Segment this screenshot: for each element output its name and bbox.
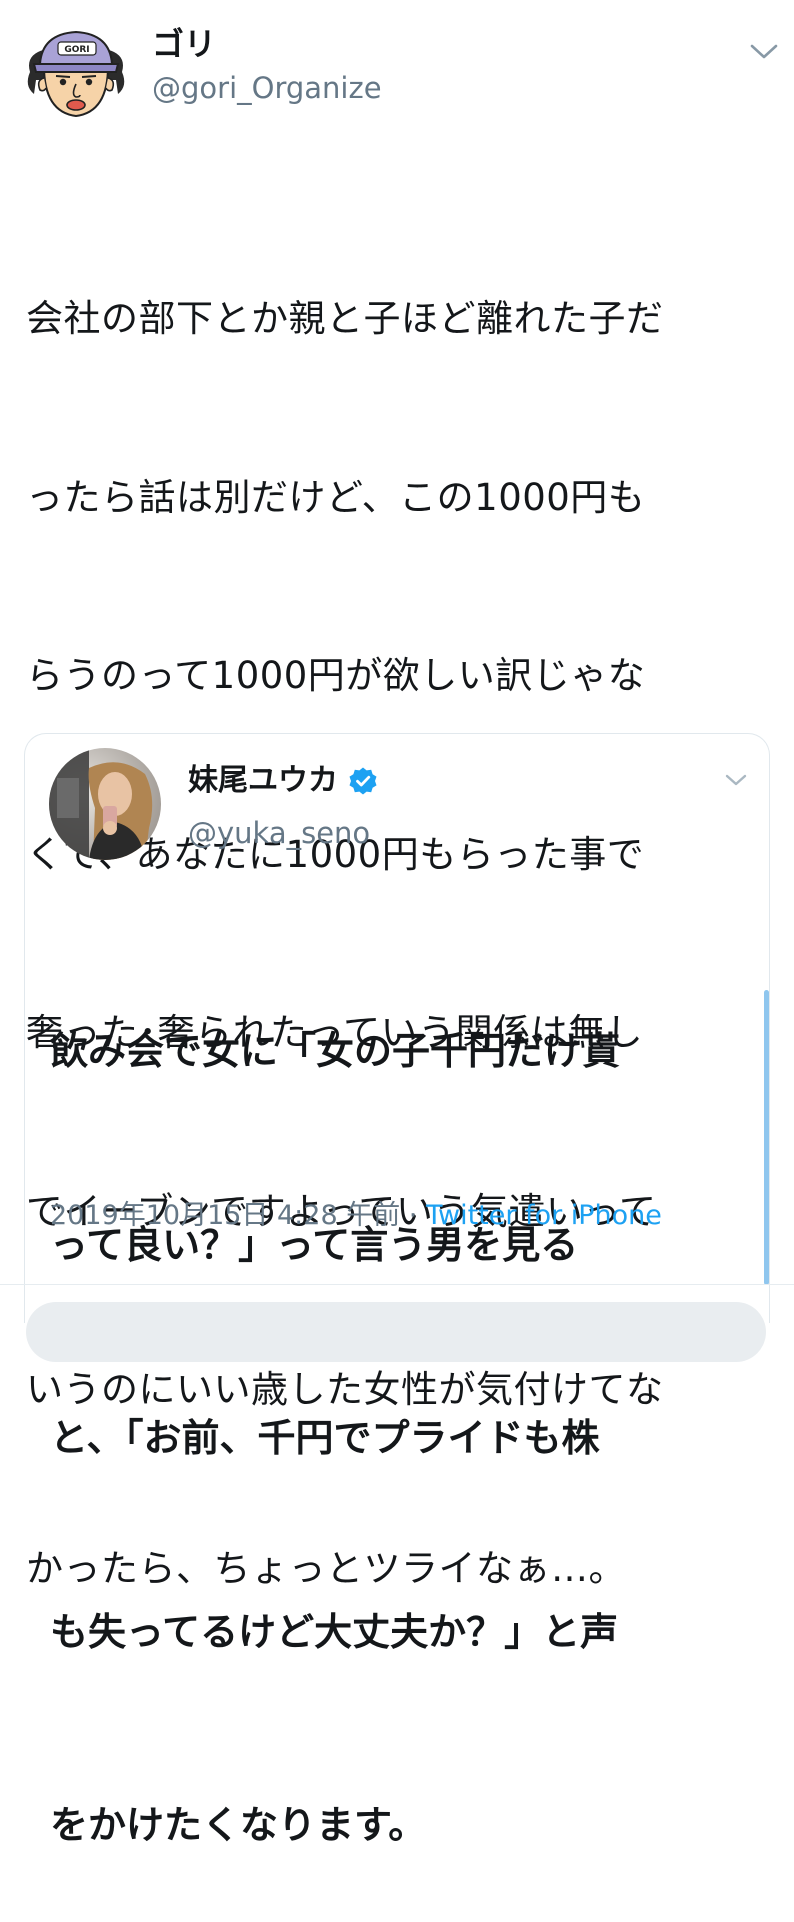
quoted-author-name[interactable]: 妹尾ユウカ [188, 761, 338, 801]
quoted-tweet-meta: 2019年10月15日 4:28 午前 · Twitter for iPhone [50, 1196, 662, 1236]
author-avatar[interactable]: GORI [20, 20, 132, 132]
quoted-text-line: も失ってるけど大丈夫か？」と声 [50, 1609, 619, 1654]
quoted-source-link[interactable]: Twitter for iPhone [426, 1200, 662, 1231]
quoted-timestamp[interactable]: 2019年10月15日 4:28 午前 · [50, 1200, 426, 1231]
cap-text: GORI [64, 45, 89, 55]
quoted-text-line: と、「お前、千円でプライドも株 [50, 1416, 600, 1460]
chevron-down-icon[interactable] [746, 36, 782, 66]
avatar-illustration: GORI [20, 20, 132, 132]
author-handle[interactable]: @gori_Organize [152, 70, 382, 106]
quoted-author-name-row: 妹尾ユウカ [188, 760, 378, 802]
tweet-text-line: ったら話は別だけど、この1000円も [26, 475, 646, 519]
quoted-chevron-down-icon[interactable] [722, 768, 750, 792]
divider [0, 1284, 794, 1285]
quoted-text-line: をかけたくなります。 [50, 1803, 427, 1847]
author-name[interactable]: ゴリ [152, 24, 216, 64]
quoted-author-avatar[interactable] [49, 748, 161, 860]
quoted-tweet-text: 飲み会で女に「女の子千円だけ貰 って良い？」って言う男を見る と、「お前、千円で… [50, 890, 750, 1922]
tweet-text-line: らうのって1000円が欲しい訳じゃな [26, 654, 646, 697]
quoted-author-handle[interactable]: @yuka_seno [188, 814, 370, 852]
quoted-avatar-photo [49, 748, 161, 860]
quoted-text-line: 飲み会で女に「女の子千円だけ貰 [50, 1029, 621, 1073]
scroll-indicator[interactable] [764, 990, 769, 1285]
tweet-text-line: 会社の部下とか親と子ほど離れた子だ [26, 297, 664, 340]
verified-badge-icon [349, 767, 377, 795]
reply-bar[interactable] [26, 1302, 766, 1362]
